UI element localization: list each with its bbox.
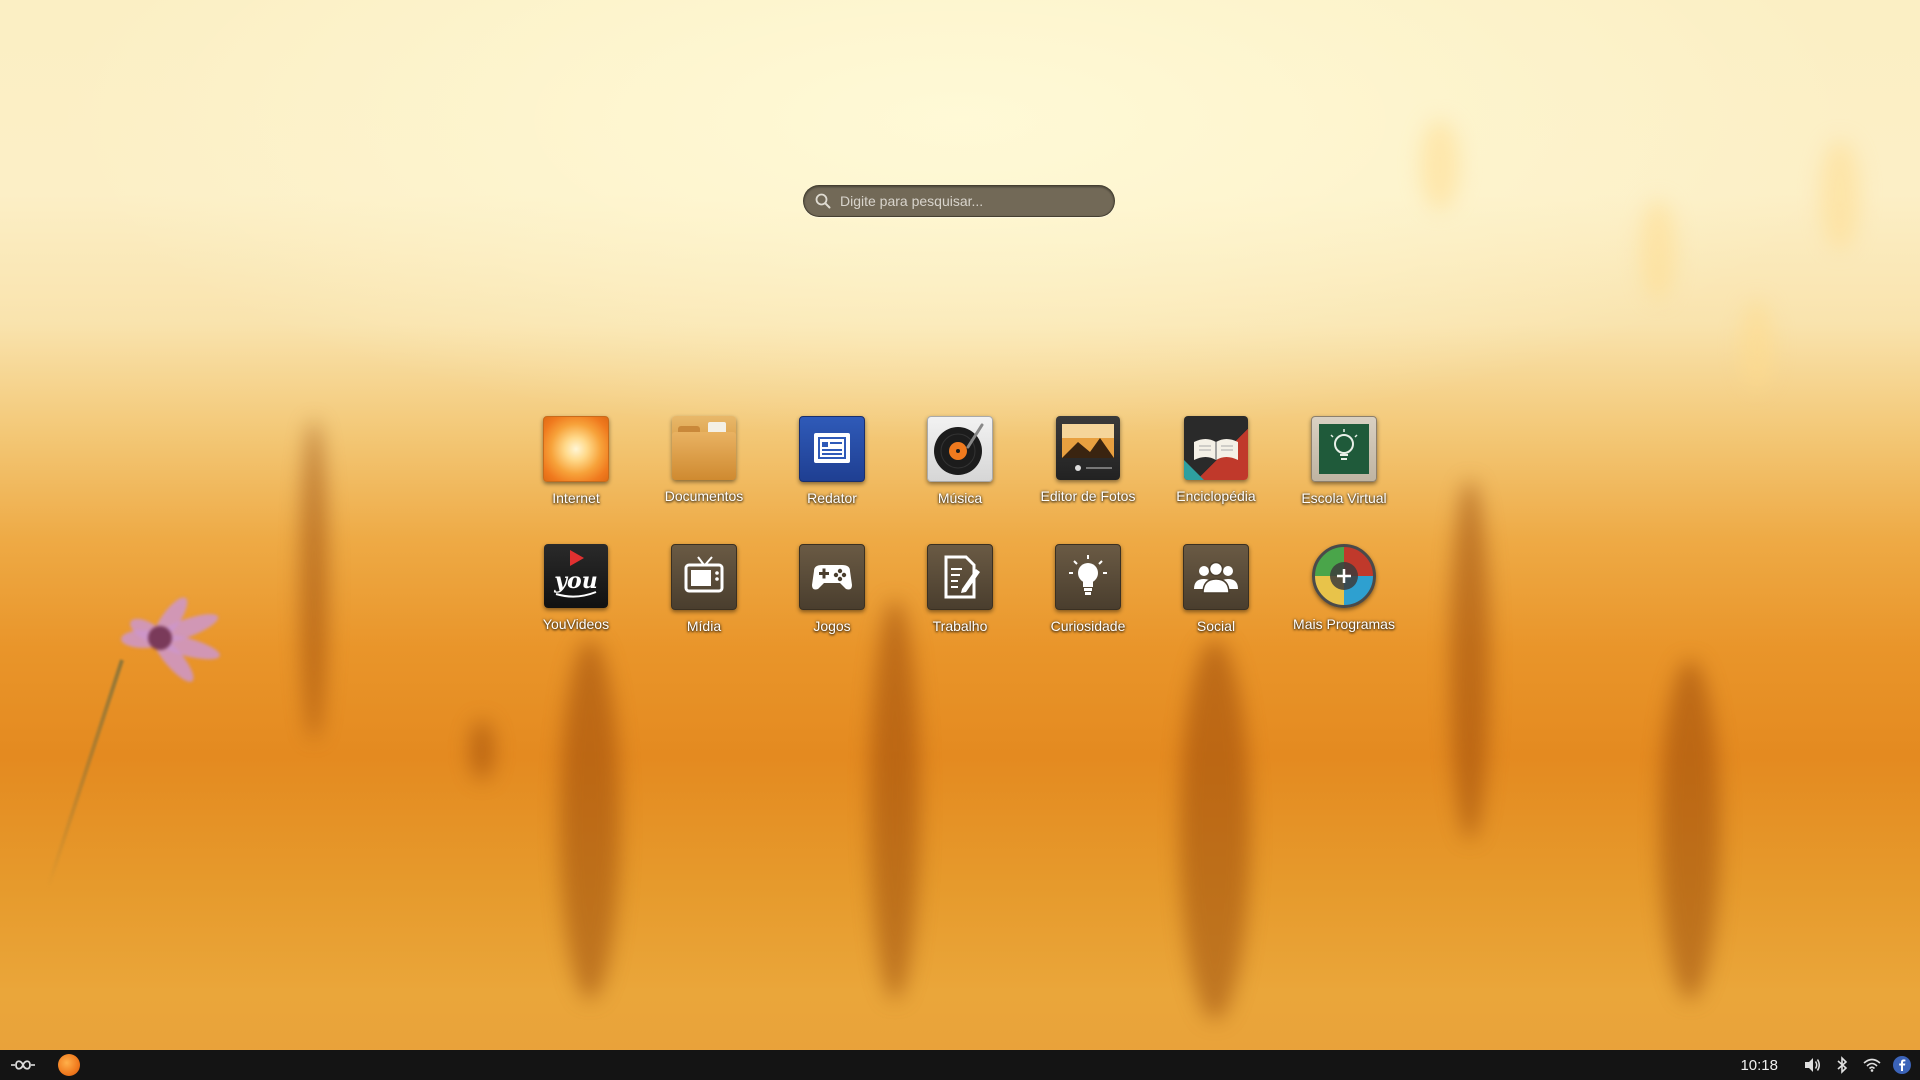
app-escola-virtual[interactable]: Escola Virtual bbox=[1280, 408, 1408, 536]
search-input[interactable] bbox=[838, 186, 1114, 216]
app-youvideos[interactable]: you YouVideos bbox=[512, 536, 640, 664]
wifi-icon[interactable] bbox=[1862, 1055, 1882, 1075]
app-mais-programas[interactable]: Mais Programas bbox=[1280, 536, 1408, 664]
app-label: Editor de Fotos bbox=[1040, 488, 1136, 504]
app-label: Trabalho bbox=[932, 618, 988, 634]
app-label: YouVideos bbox=[542, 616, 610, 632]
record-player-icon bbox=[927, 416, 993, 482]
search-bar[interactable] bbox=[803, 185, 1115, 217]
app-documentos[interactable]: Documentos bbox=[640, 408, 768, 536]
text-editor-icon bbox=[799, 416, 865, 482]
people-icon bbox=[1183, 544, 1249, 610]
volume-icon[interactable] bbox=[1802, 1055, 1822, 1075]
app-trabalho[interactable]: Trabalho bbox=[896, 536, 1024, 664]
add-programs-icon bbox=[1312, 544, 1376, 608]
app-social[interactable]: Social bbox=[1152, 536, 1280, 664]
wallpaper-wheat-highlight bbox=[1420, 120, 1460, 210]
app-curiosidade[interactable]: Curiosidade bbox=[1024, 536, 1152, 664]
taskbar-internet-icon[interactable] bbox=[58, 1054, 80, 1076]
app-label: Enciclopédia bbox=[1176, 488, 1256, 504]
app-musica[interactable]: Música bbox=[896, 408, 1024, 536]
app-label: Mais Programas bbox=[1293, 616, 1395, 632]
app-enciclopedia[interactable]: Enciclopédia bbox=[1152, 408, 1280, 536]
wallpaper-wheat-streak bbox=[560, 640, 620, 1000]
app-label: Escola Virtual bbox=[1301, 490, 1387, 506]
taskbar: 10:18 bbox=[0, 1050, 1920, 1080]
app-label: Social bbox=[1196, 618, 1236, 634]
infinity-logo-icon bbox=[11, 1060, 35, 1070]
app-label: Mídia bbox=[686, 618, 722, 634]
app-grid: Internet Documentos Redator Música Edito… bbox=[512, 408, 1408, 664]
app-label: Jogos bbox=[813, 618, 851, 634]
folder-icon bbox=[672, 416, 736, 480]
wallpaper-wheat-streak bbox=[1660, 660, 1720, 1000]
wallpaper-wheat-streak bbox=[1450, 480, 1490, 840]
app-label: Curiosidade bbox=[1050, 618, 1126, 634]
wallpaper-flower bbox=[112, 592, 262, 687]
wallpaper-wheat-highlight bbox=[1740, 300, 1774, 390]
video-play-icon: you bbox=[544, 544, 608, 608]
wallpaper-wheat-highlight bbox=[1820, 140, 1860, 250]
wallpaper-flower-stem bbox=[45, 659, 124, 889]
wallpaper-wheat-highlight bbox=[1640, 200, 1676, 300]
facebook-icon[interactable] bbox=[1892, 1055, 1912, 1075]
open-book-icon bbox=[1184, 416, 1248, 480]
clock[interactable]: 10:18 bbox=[1740, 1057, 1778, 1074]
desktop: Internet Documentos bbox=[0, 0, 1920, 1080]
lightbulb-icon bbox=[1055, 544, 1121, 610]
tv-icon bbox=[671, 544, 737, 610]
wallpaper-wheat-bud bbox=[470, 720, 494, 780]
app-midia[interactable]: Mídia bbox=[640, 536, 768, 664]
app-label: Redator bbox=[807, 490, 857, 506]
internet-icon bbox=[543, 416, 609, 482]
bluetooth-icon[interactable] bbox=[1832, 1055, 1852, 1075]
photo-editor-icon bbox=[1056, 416, 1120, 480]
wallpaper-wheat-streak bbox=[300, 420, 328, 740]
app-editor-de-fotos[interactable]: Editor de Fotos bbox=[1024, 408, 1152, 536]
document-pen-icon bbox=[927, 544, 993, 610]
app-internet[interactable]: Internet bbox=[512, 408, 640, 536]
app-label: Documentos bbox=[664, 488, 744, 504]
applications-menu-button[interactable] bbox=[8, 1053, 38, 1077]
app-jogos[interactable]: Jogos bbox=[768, 536, 896, 664]
gamepad-icon bbox=[799, 544, 865, 610]
app-redator[interactable]: Redator bbox=[768, 408, 896, 536]
app-label: Música bbox=[937, 490, 983, 506]
wallpaper-wheat-streak bbox=[1180, 640, 1250, 1020]
search-icon bbox=[815, 193, 831, 209]
app-label: Internet bbox=[552, 490, 600, 506]
youvideos-icon-text: you bbox=[553, 568, 597, 594]
chalkboard-lightbulb-icon bbox=[1311, 416, 1377, 482]
